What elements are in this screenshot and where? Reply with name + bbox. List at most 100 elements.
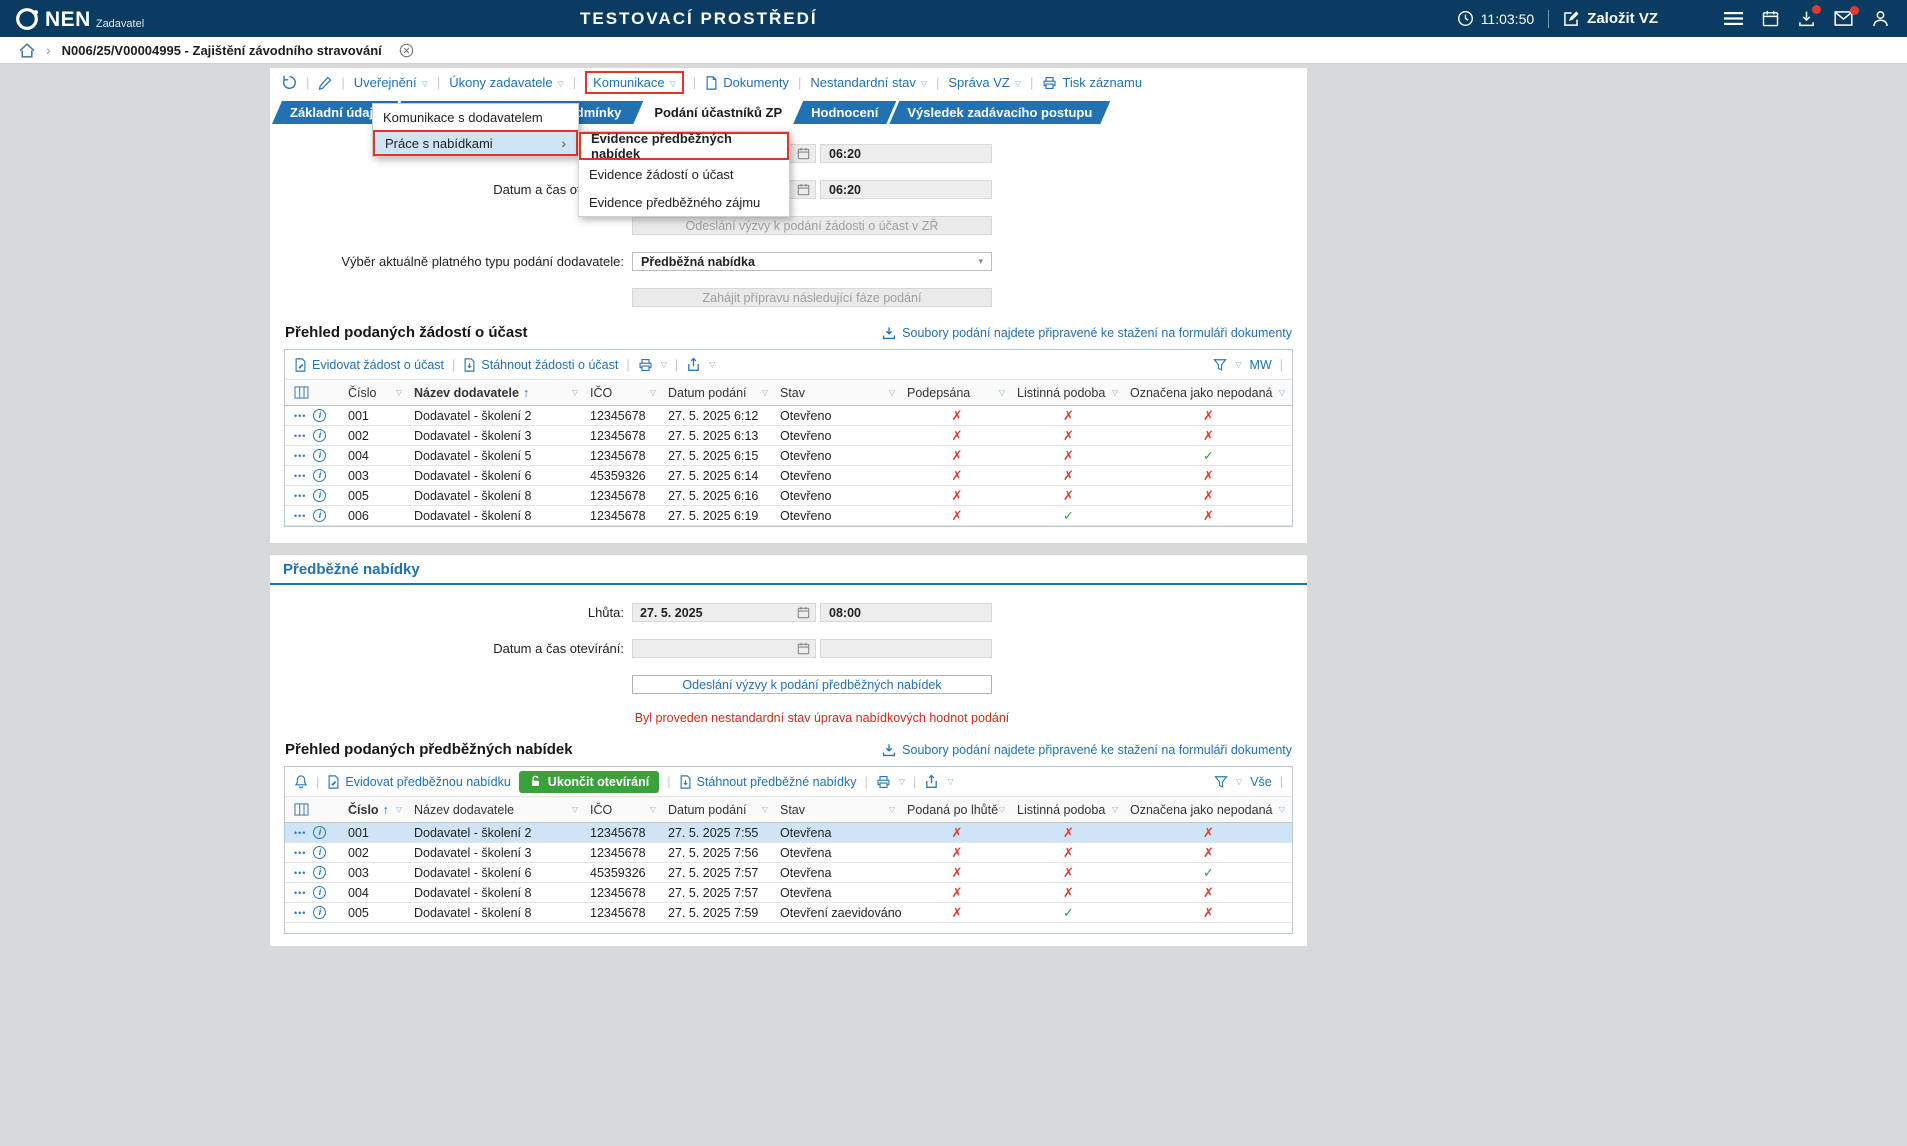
column-cislo[interactable]: Číslo↑▽ [343,797,409,822]
row-actions-icon[interactable]: ••• [294,491,306,501]
menu-hamburger-icon[interactable] [1724,11,1743,26]
column-datum-podani[interactable]: Datum podání▽ [663,797,775,822]
nen-home-link[interactable]: NEN Zadavatel [14,6,144,32]
info-icon[interactable]: i [313,866,326,879]
column-nazev-dodavatele[interactable]: Název dodavatele↑▽ [409,380,585,405]
table-row[interactable]: ••• i 004 Dodavatel - školení 8 12345678… [285,883,1292,903]
menu-item-prace-s-nabidkami[interactable]: Práce s nabídkami › [373,130,578,156]
toolbar-item-sprava-vz[interactable]: Správa VZ ▽ [948,75,1021,90]
info-icon[interactable]: i [313,906,326,919]
filter-chevron-icon[interactable]: ▽ [650,805,656,814]
column-ico[interactable]: IČO▽ [585,380,663,405]
column-oznacena-nepodana[interactable]: Označena jako nepodaná▽ [1125,797,1292,822]
lhuta-time-input[interactable]: 06:20 [820,144,992,163]
filter-chevron-icon[interactable]: ▽ [572,805,578,814]
column-listinna-podoba[interactable]: Listinná podoba▽ [1012,797,1125,822]
print-table-icon[interactable] [876,775,891,789]
info-icon[interactable]: i [313,846,326,859]
mail-icon[interactable] [1834,11,1853,26]
filter-chevron-icon[interactable]: ▽ [889,805,895,814]
row-actions-icon[interactable]: ••• [294,848,306,858]
filter-chevron-icon[interactable]: ▽ [396,805,402,814]
info-icon[interactable]: i [313,509,326,522]
column-ico[interactable]: IČO▽ [585,797,663,822]
export-icon[interactable] [686,357,701,372]
row-actions-icon[interactable]: ••• [294,511,306,521]
filter-preset-link[interactable]: MW [1250,358,1272,372]
print-table-icon[interactable] [638,358,653,372]
row-actions-icon[interactable]: ••• [294,908,306,918]
table-row[interactable]: ••• i 003 Dodavatel - školení 6 45359326… [285,466,1292,486]
chevron-down-icon[interactable]: ▽ [1236,777,1242,786]
table-row[interactable]: ••• i 002 Dodavatel - školení 3 12345678… [285,843,1292,863]
close-record-icon[interactable] [399,43,414,58]
column-oznacena-nepodana[interactable]: Označena jako nepodaná▽ [1125,380,1292,405]
column-podana-po-lhute[interactable]: Podaná po lhůtě▽ [902,797,1012,822]
info-icon[interactable]: i [313,409,326,422]
breadcrumb-record[interactable]: N006/25/V00004995 - Zajištění závodního … [62,43,382,58]
column-datum-podani[interactable]: Datum podání▽ [663,380,775,405]
toolbar-item-dokumenty[interactable]: Dokumenty [705,75,789,90]
stahnout-nabidky-button[interactable]: Stáhnout předběžné nabídky [679,775,857,789]
toolbar-item-uverejneni[interactable]: Uveřejnění ▽ [354,75,428,90]
odeslani-vyzvy-nabidky-button[interactable]: Odeslání výzvy k podání předběžných nabí… [632,675,992,694]
calendar-icon[interactable] [797,642,810,655]
filter-chevron-icon[interactable]: ▽ [1279,805,1285,814]
bell-icon[interactable] [294,774,308,789]
otevirani-time-input[interactable] [820,639,992,658]
table-row[interactable]: ••• i 005 Dodavatel - školení 8 12345678… [285,486,1292,506]
submenu-item-evidence-zadosti-o-ucast[interactable]: Evidence žádostí o účast [579,160,789,188]
column-podepsana[interactable]: Podepsána▽ [902,380,1012,405]
chevron-down-icon[interactable]: ▽ [899,777,905,786]
column-stav[interactable]: Stav▽ [775,380,902,405]
row-actions-icon[interactable]: ••• [294,868,306,878]
calendar-icon[interactable] [797,183,810,196]
zahajit-fazi-button[interactable]: Zahájit přípravu následující fáze podání [632,288,992,307]
otevirani-date-input[interactable] [632,639,816,658]
create-vz-button[interactable]: Založit VZ [1563,10,1658,27]
evidovat-nabidku-button[interactable]: Evidovat předběžnou nabídku [327,775,510,789]
chevron-down-icon[interactable]: ▽ [947,777,953,786]
info-icon[interactable]: i [313,449,326,462]
typ-podani-select[interactable]: Předběžná nabídka ▾ [632,252,992,271]
table-row[interactable]: ••• i 002 Dodavatel - školení 3 12345678… [285,426,1292,446]
column-settings-icon[interactable] [294,803,309,816]
toolbar-item-nestandardni-stav[interactable]: Nestandardní stav ▽ [810,75,927,90]
edit-record-icon[interactable] [318,76,332,90]
filter-chevron-icon[interactable]: ▽ [762,388,768,397]
row-actions-icon[interactable]: ••• [294,451,306,461]
calendar-topbar-icon[interactable] [1762,10,1779,27]
menu-item-komunikace-s-dodavatelem[interactable]: Komunikace s dodavatelem [373,104,578,130]
download-topbar-icon[interactable] [1798,10,1815,27]
table-row[interactable]: ••• i 003 Dodavatel - školení 6 45359326… [285,863,1292,883]
filter-chevron-icon[interactable]: ▽ [999,805,1005,814]
filter-funnel-icon[interactable] [1213,358,1227,372]
tab-vysledek-zadavaciho-postupu[interactable]: Výsledek zadávacího postupu [889,101,1110,124]
table-row[interactable]: ••• i 001 Dodavatel - školení 2 12345678… [285,406,1292,426]
column-settings-icon[interactable] [294,386,309,399]
home-icon[interactable] [19,43,35,58]
odeslani-vyzvy-zadosti-button[interactable]: Odeslání výzvy k podání žádosti o účast … [632,216,992,235]
filter-chevron-icon[interactable]: ▽ [1279,388,1285,397]
chevron-down-icon[interactable]: ▽ [1235,360,1241,369]
filter-funnel-icon[interactable] [1214,775,1228,789]
tab-podani-ucastniku-zp[interactable]: Podání účastníků ZP [636,101,800,124]
user-icon[interactable] [1872,10,1889,27]
toolbar-item-ukony-zadavatele[interactable]: Úkony zadavatele ▽ [449,75,564,90]
table-row[interactable]: ••• i 005 Dodavatel - školení 8 12345678… [285,903,1292,923]
filter-chevron-icon[interactable]: ▽ [1112,388,1118,397]
column-listinna-podoba[interactable]: Listinná podoba▽ [1012,380,1125,405]
ukoncit-otevirani-button[interactable]: Ukončit otevírání [519,771,659,793]
filter-chevron-icon[interactable]: ▽ [999,388,1005,397]
lhuta-date-input[interactable]: 27. 5. 2025 [632,603,816,622]
table-row[interactable]: ••• i 004 Dodavatel - školení 5 12345678… [285,446,1292,466]
filter-chevron-icon[interactable]: ▽ [572,388,578,397]
info-icon[interactable]: i [313,469,326,482]
chevron-down-icon[interactable]: ▽ [709,360,715,369]
row-actions-icon[interactable]: ••• [294,471,306,481]
stahnout-zadosti-button[interactable]: Stáhnout žádosti o účast [463,358,618,372]
info-icon[interactable]: i [313,826,326,839]
tab-hodnoceni[interactable]: Hodnocení [793,101,896,124]
column-nazev-dodavatele[interactable]: Název dodavatele▽ [409,797,585,822]
submenu-item-evidence-predbezneho-zajmu[interactable]: Evidence předběžného zájmu [579,188,789,216]
